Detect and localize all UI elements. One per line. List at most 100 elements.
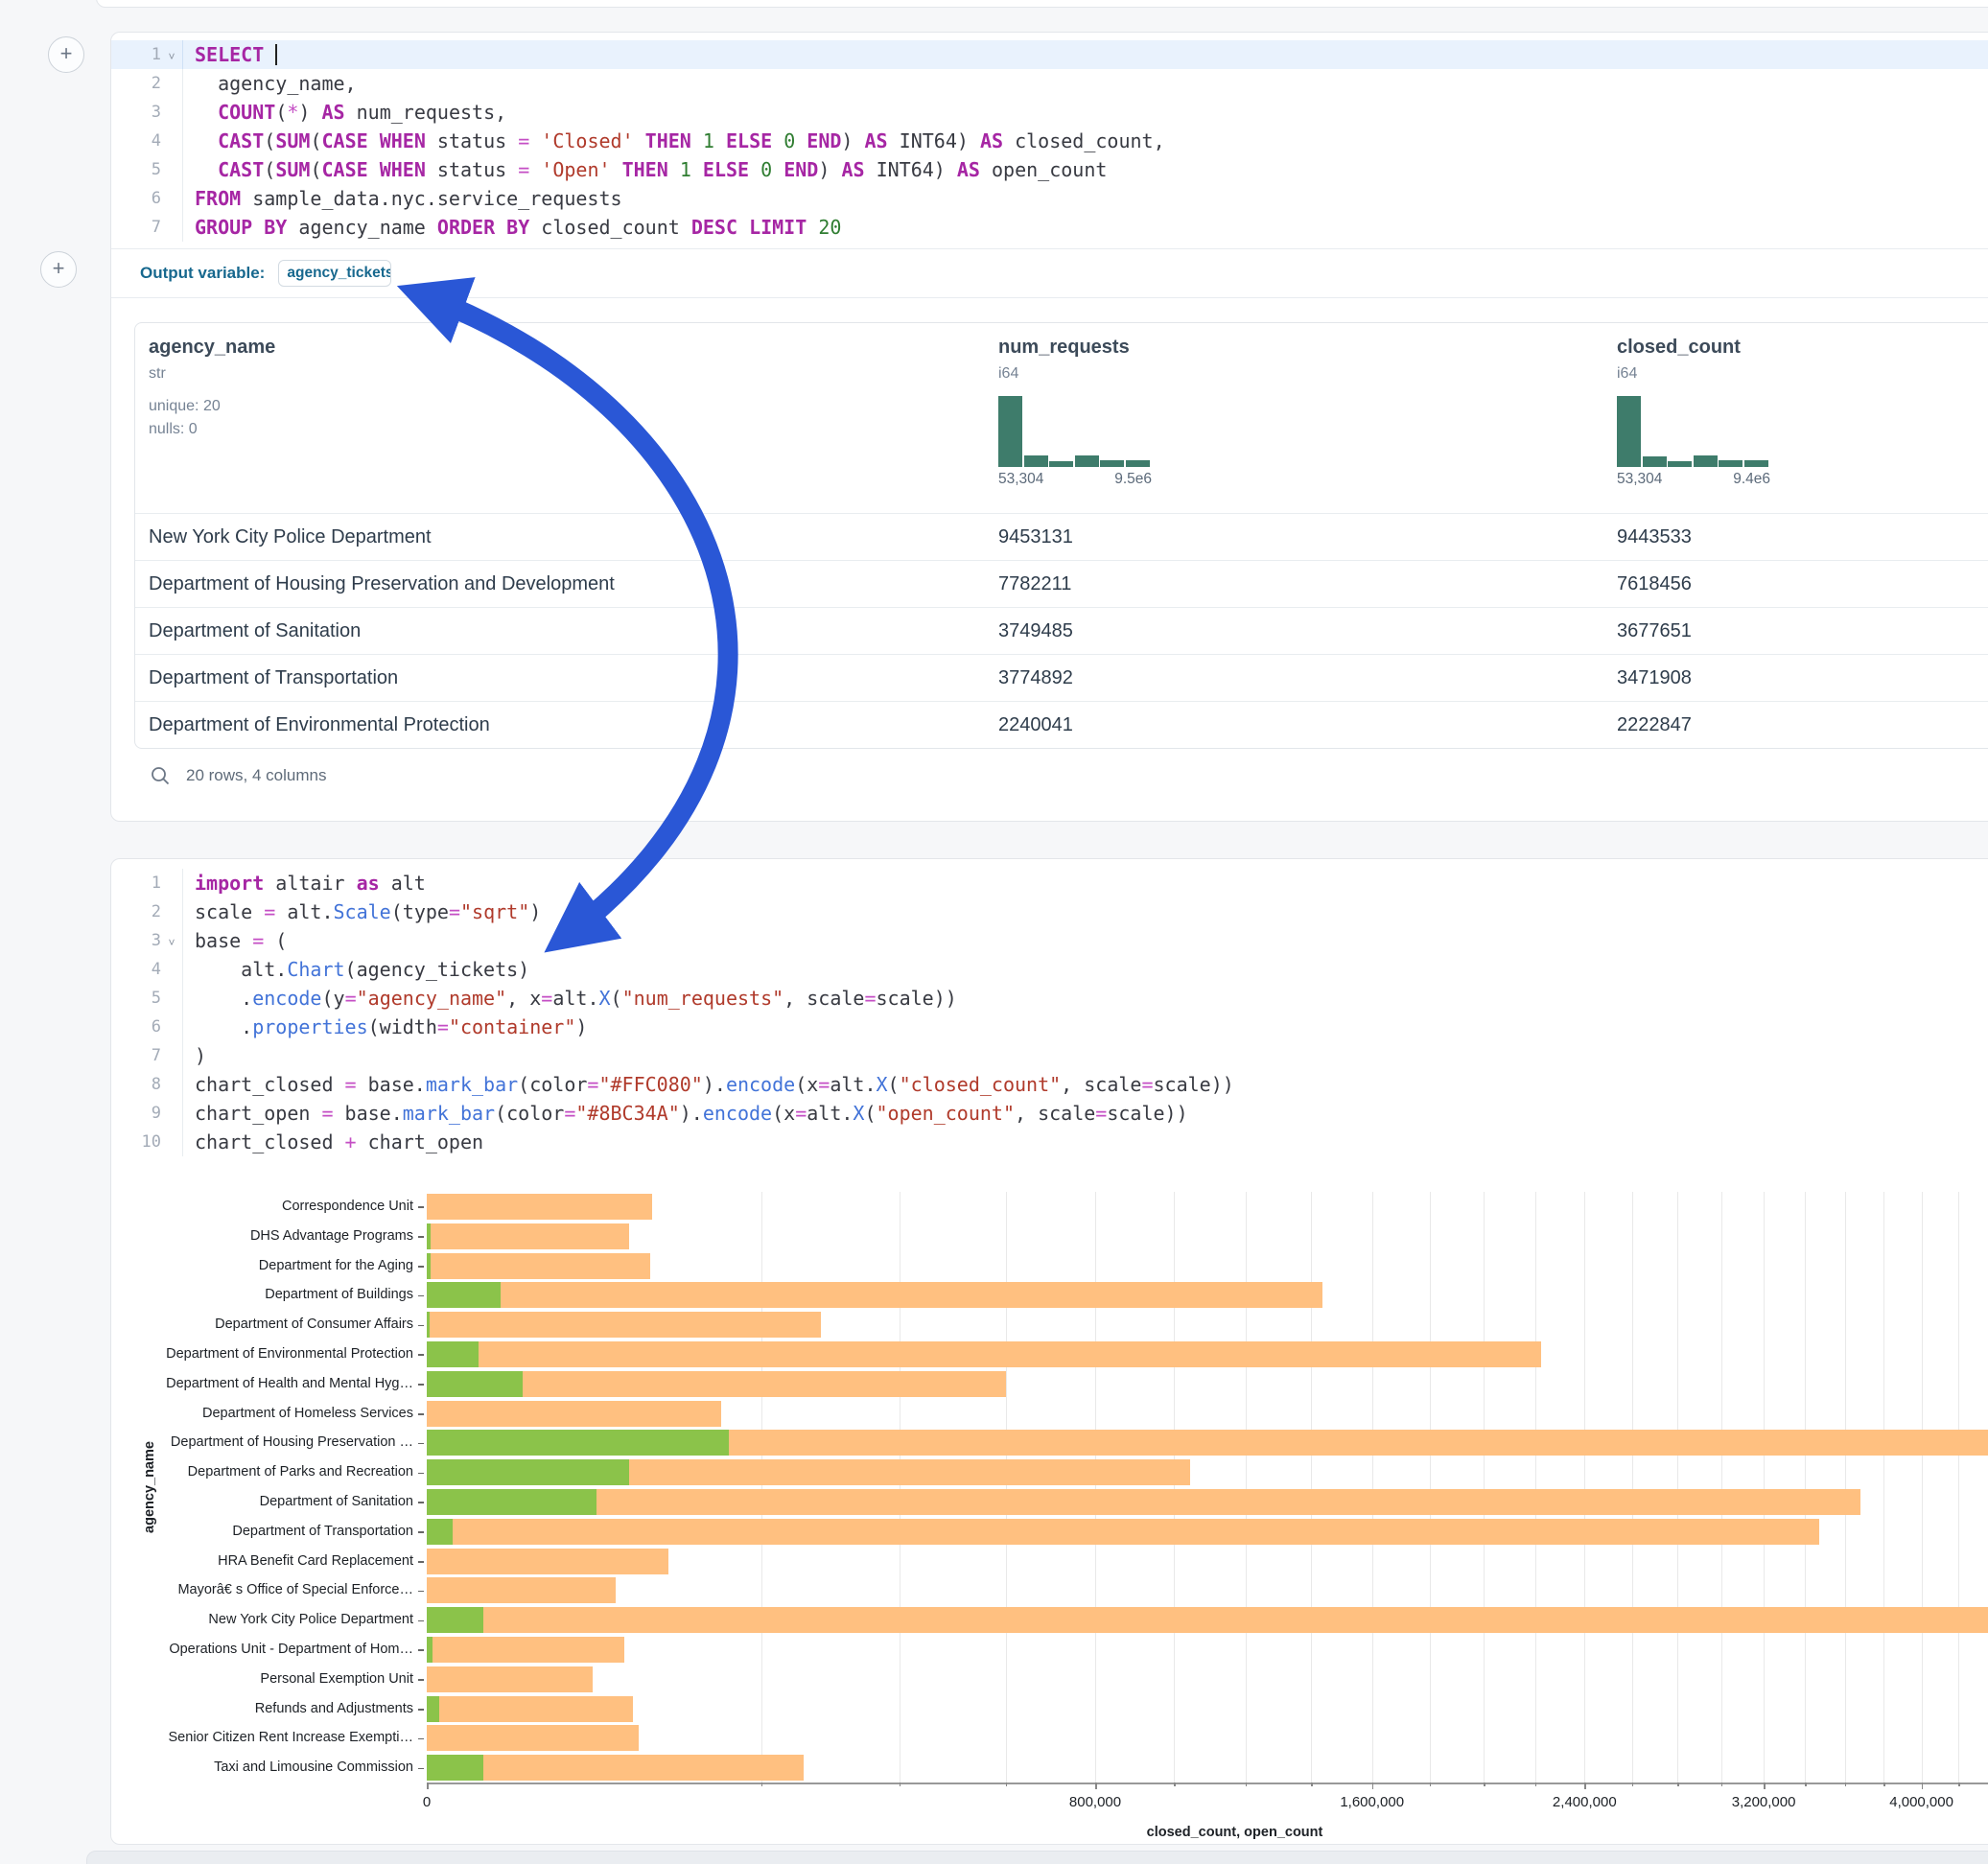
chart-gridline: [1095, 1192, 1096, 1782]
mini-histogram: [998, 396, 1152, 467]
x-axis-tick-label: 0: [423, 1794, 431, 1810]
code-text: ): [182, 1041, 206, 1070]
histogram-bar: [1024, 455, 1048, 467]
code-line[interactable]: 9chart_open = base.mark_bar(color="#8BC3…: [111, 1099, 1988, 1128]
table-cell: 3471908: [1617, 667, 1692, 689]
x-axis-tick: [1958, 1782, 1960, 1786]
column-type: str: [149, 365, 166, 383]
x-axis-tick: [1535, 1782, 1537, 1786]
bar-open: [427, 1755, 483, 1781]
add-cell-button-top[interactable]: +: [48, 36, 84, 73]
fold-spacer: [161, 110, 182, 114]
x-axis-title: closed_count, open_count: [1147, 1825, 1323, 1840]
code-line[interactable]: 2 agency_name,: [111, 69, 1988, 98]
histogram-bar: [1075, 455, 1099, 467]
code-line[interactable]: 1 import altair as alt: [111, 869, 1988, 897]
y-axis-label: Department of Environmental Protection: [111, 1346, 413, 1362]
code-line[interactable]: 6FROM sample_data.nyc.service_requests: [111, 184, 1988, 213]
x-axis-tick-label: 4,000,000: [1889, 1794, 1953, 1810]
table-cell: Department of Transportation: [149, 667, 398, 689]
table-row[interactable]: Department of Environmental Protection22…: [135, 701, 1988, 749]
code-line[interactable]: 5 .encode(y="agency_name", x=alt.X("num_…: [111, 984, 1988, 1013]
code-line[interactable]: 1˅SELECT: [111, 40, 1988, 69]
x-axis-tick: [1721, 1782, 1723, 1786]
chart-gridline: [1764, 1192, 1765, 1782]
x-axis-tick-label: 800,000: [1069, 1794, 1121, 1810]
code-line[interactable]: 4 alt.Chart(agency_tickets): [111, 955, 1988, 984]
chart-gridline: [1632, 1192, 1633, 1782]
y-axis-title: agency_name: [142, 1441, 157, 1533]
y-axis-label: HRA Benefit Card Replacement: [111, 1553, 413, 1569]
code-line[interactable]: 10chart_closed + chart_open: [111, 1128, 1988, 1156]
fold-spacer: [161, 1111, 182, 1115]
x-axis-tick: [1584, 1782, 1586, 1789]
row-column-count: 20 rows, 4 columns: [186, 766, 326, 785]
x-axis-tick: [1311, 1782, 1313, 1786]
fold-spacer: [161, 1083, 182, 1086]
next-cell-edge: [86, 1851, 1988, 1864]
y-axis-label: DHS Advantage Programs: [111, 1228, 413, 1244]
code-line[interactable]: 2scale = alt.Scale(type="sqrt"): [111, 897, 1988, 926]
fold-spacer: [161, 967, 182, 971]
python-code-editor[interactable]: 1 import altair as alt2scale = alt.Scale(…: [111, 869, 1988, 1156]
bar-open: [427, 1607, 483, 1633]
bar-closed: [427, 1341, 1541, 1367]
histogram-bar: [1719, 460, 1742, 467]
table-row[interactable]: Department of Housing Preservation and D…: [135, 560, 1988, 608]
code-line[interactable]: 3˅base = (: [111, 926, 1988, 955]
sql-cell: 1˅SELECT 2 agency_name,3 COUNT(*) AS num…: [110, 32, 1988, 822]
search-icon[interactable]: [150, 765, 171, 786]
bar-open: [427, 1253, 431, 1279]
line-number: 7: [111, 1046, 161, 1065]
x-axis-tick: [1174, 1782, 1176, 1786]
code-line[interactable]: 7GROUP BY agency_name ORDER BY closed_co…: [111, 213, 1988, 242]
fold-spacer: [161, 1140, 182, 1144]
histogram-bar: [1100, 460, 1124, 467]
x-axis-tick: [1430, 1782, 1432, 1786]
fold-caret-icon[interactable]: ˅: [161, 46, 182, 63]
code-line[interactable]: 3 COUNT(*) AS num_requests,: [111, 98, 1988, 127]
chart-gridline: [1883, 1192, 1884, 1782]
bar-closed: [427, 1401, 721, 1427]
bar-closed: [427, 1755, 804, 1781]
bar-closed: [427, 1253, 650, 1279]
x-axis-tick: [761, 1782, 763, 1786]
fold-spacer: [161, 1025, 182, 1029]
x-axis-tick: [1006, 1782, 1008, 1786]
x-axis-tick: [900, 1782, 901, 1786]
chart-gridline: [1958, 1192, 1959, 1782]
table-row[interactable]: Department of Sanitation37494853677651: [135, 607, 1988, 655]
sql-code-editor[interactable]: 1˅SELECT 2 agency_name,3 COUNT(*) AS num…: [111, 40, 1988, 242]
code-line[interactable]: 6 .properties(width="container"): [111, 1013, 1988, 1041]
line-number: 7: [111, 218, 161, 237]
previous-cell-edge: [96, 0, 1988, 8]
histogram-range: 53,3049.5e6: [998, 471, 1152, 488]
bar-closed: [427, 1577, 616, 1603]
y-axis-tick: [418, 1531, 424, 1533]
column-name: num_requests: [998, 337, 1130, 359]
line-number: 2: [111, 902, 161, 921]
chart-gridline: [1174, 1192, 1175, 1782]
column-header: num_requests i64 53,3049.5e6: [998, 323, 1382, 513]
line-number: 1: [111, 874, 161, 893]
code-line[interactable]: 8chart_closed = base.mark_bar(color="#FF…: [111, 1070, 1988, 1099]
bar-closed: [427, 1282, 1322, 1308]
code-line[interactable]: 5 CAST(SUM(CASE WHEN status = 'Open' THE…: [111, 155, 1988, 184]
fold-caret-icon[interactable]: ˅: [161, 932, 182, 949]
y-axis-tick: [418, 1354, 424, 1356]
table-row[interactable]: New York City Police Department945313194…: [135, 513, 1988, 561]
x-axis-tick: [1677, 1782, 1679, 1786]
fold-spacer: [161, 168, 182, 172]
output-variable-chip[interactable]: agency_tickets: [278, 260, 391, 287]
bar-open: [427, 1696, 439, 1722]
code-line[interactable]: 4 CAST(SUM(CASE WHEN status = 'Closed' T…: [111, 127, 1988, 155]
y-axis-tick: [418, 1295, 424, 1297]
line-number: 3: [111, 103, 161, 122]
code-text: import altair as alt: [182, 869, 426, 897]
notebook-page: + + 1˅SELECT 2 agency_name,3 COUNT(*) AS…: [0, 0, 1988, 1864]
table-row[interactable]: Department of Transportation377489234719…: [135, 654, 1988, 702]
code-line[interactable]: 7): [111, 1041, 1988, 1070]
add-cell-button-middle[interactable]: +: [40, 251, 77, 288]
y-axis-tick: [418, 1473, 424, 1475]
column-type: i64: [998, 365, 1018, 383]
